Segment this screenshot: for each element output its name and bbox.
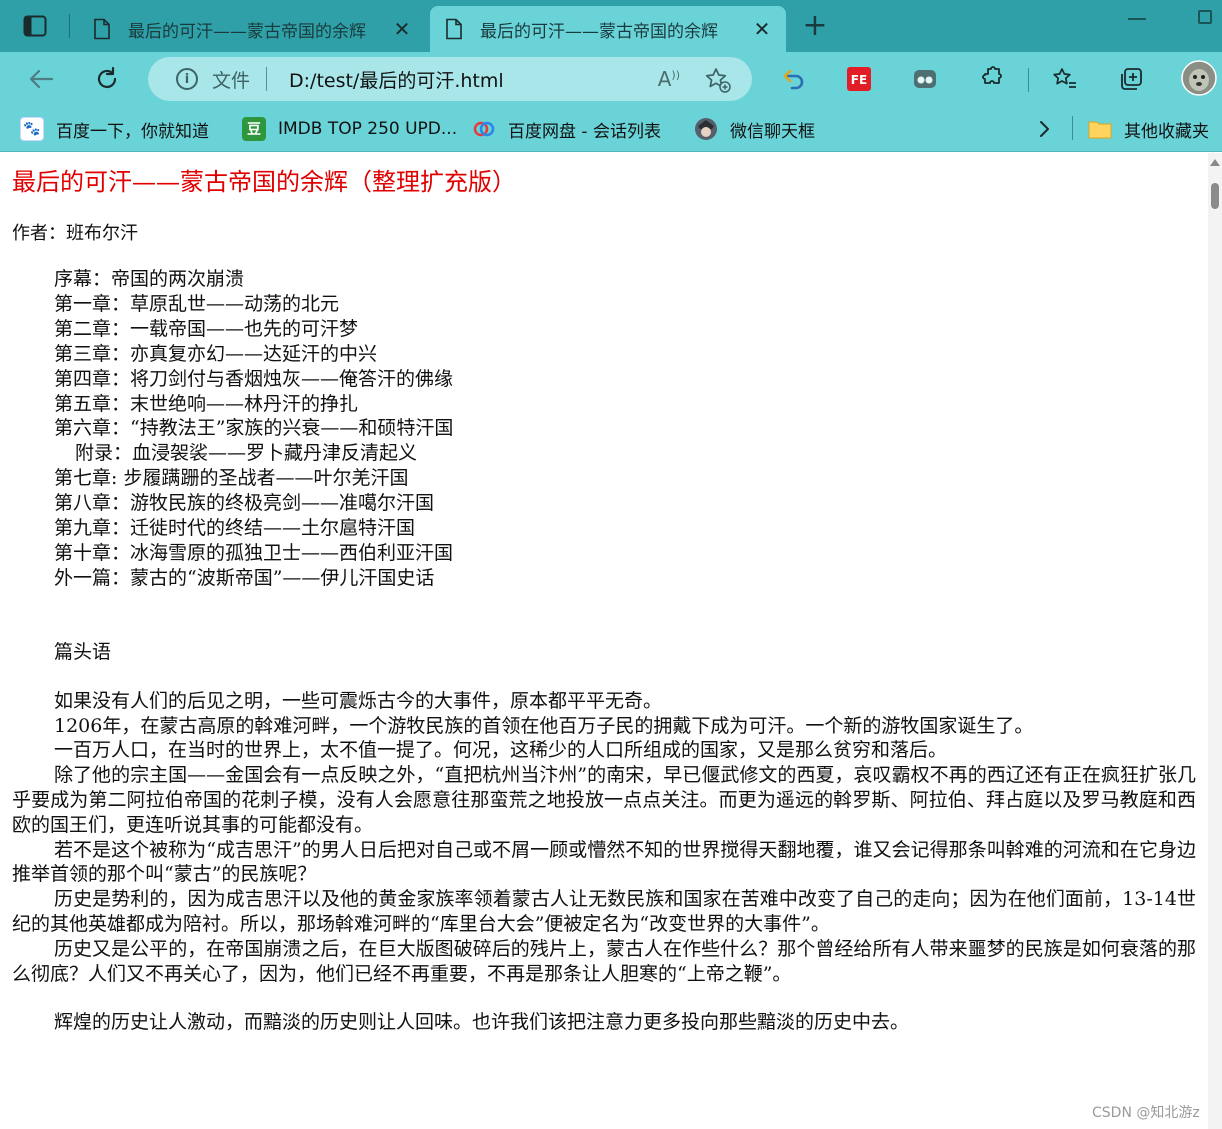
watermark: CSDN @知北游z xyxy=(1092,1105,1200,1121)
table-of-contents: 序幕：帝国的两次崩溃 第一章：草原乱世——动荡的北元 第二章：一载帝国——也先的… xyxy=(12,267,1196,591)
tab-active[interactable]: 最后的可汗——蒙古帝国的余辉 ✕ xyxy=(430,6,786,52)
toolbar-separator xyxy=(1028,68,1029,92)
puzzle-icon xyxy=(982,66,1002,84)
toc-item: 第五章：末世绝响——林丹汗的挣扎 xyxy=(54,392,359,415)
douban-icon: 豆 xyxy=(242,117,266,141)
toc-item: 第一章：草原乱世——动荡的北元 xyxy=(54,292,340,315)
svg-text:FE: FE xyxy=(851,73,867,87)
minimize-icon[interactable] xyxy=(1128,18,1146,20)
favorite-item-wechat[interactable]: 微信聊天框 xyxy=(694,116,815,142)
toc-item: 第二章：一载帝国——也先的可汗梦 xyxy=(54,317,359,340)
profile-avatar[interactable] xyxy=(1180,59,1218,97)
toc-item-appendix: 附录：血浸袈裟——罗卜藏丹津反清起义 xyxy=(75,442,418,465)
tab-title: 最后的可汗——蒙古帝国的余辉 xyxy=(480,21,718,42)
new-tab-button[interactable]: + xyxy=(800,11,830,42)
document-icon xyxy=(446,18,462,40)
back-button[interactable] xyxy=(24,62,58,96)
toc-item: 序幕：帝国的两次崩溃 xyxy=(54,268,245,290)
favorite-item-netdisk[interactable]: 百度网盘 - 会话列表 xyxy=(472,116,661,142)
paragraph: 1206年，在蒙古高原的斡难河畔，一个游牧民族的首领在他百万子民的拥戴下成为可汗… xyxy=(54,714,1034,737)
back-arrow-icon xyxy=(29,69,54,89)
toc-item: 第四章：将刀剑付与香烟烛灰——俺答汗的佛缘 xyxy=(54,367,454,390)
document-title: 最后的可汗——蒙古帝国的余辉（整理扩充版） xyxy=(12,168,516,196)
vertical-scrollbar[interactable] xyxy=(1208,153,1222,1129)
paragraph: 历史是势利的，因为成吉思汗以及他的黄金家族率领着蒙古人让无数民族和国家在苦难中改… xyxy=(12,888,1196,935)
collections-icon xyxy=(1121,68,1142,90)
favorites-overflow-button[interactable] xyxy=(1038,116,1052,142)
paragraph: 历史又是公平的，在帝国崩溃之后，在巨大版图破碎后的残片上，蒙古人在作些什么？那个… xyxy=(12,937,1196,985)
other-favorites-label: 其他收藏夹 xyxy=(1124,121,1209,142)
url-text[interactable]: D:/test/最后的可汗.html xyxy=(289,66,504,93)
favorite-item-baidu[interactable]: 🐾 百度一下，你就知道 xyxy=(20,116,209,142)
address-bar[interactable]: i 文件 D:/test/最后的可汗.html A)) xyxy=(148,57,752,101)
paragraph: 辉煌的历史让人激动，而黯淡的历史则让人回味。也许我们该把注意力更多投向那些黯淡的… xyxy=(54,1011,910,1034)
preface-body: 如果没有人们的后见之明，一些可震烁古今的大事件，原本都平平无奇。 1206年，在… xyxy=(12,689,1196,1035)
undo-arrow-icon xyxy=(783,69,804,90)
tab-title: 最后的可汗——蒙古帝国的余辉 xyxy=(128,21,366,42)
scheme-label: 文件 xyxy=(212,69,251,92)
scroll-thumb[interactable] xyxy=(1211,183,1219,209)
page-content: 最后的可汗——蒙古帝国的余辉（整理扩充版） 作者：班布尔汗 序幕：帝国的两次崩溃… xyxy=(0,153,1208,1129)
favorite-label: 百度网盘 - 会话列表 xyxy=(508,121,661,142)
read-aloud-icon[interactable]: A)) xyxy=(658,67,680,91)
extensions-button[interactable] xyxy=(974,62,1008,96)
close-icon[interactable]: ✕ xyxy=(752,17,772,41)
favorite-label: IMDB TOP 250 UPD... xyxy=(278,119,458,139)
fe-extension-button[interactable]: FE xyxy=(842,62,876,96)
toc-item: 第九章：迁徙时代的终结——土尔扈特汗国 xyxy=(54,517,416,540)
toc-item: 外一篇：蒙古的“波斯帝国”——伊儿汗国史话 xyxy=(54,566,435,589)
paragraph: 如果没有人们的后见之明，一些可震烁古今的大事件，原本都平平无奇。 xyxy=(54,689,663,712)
document-icon xyxy=(94,18,110,40)
favorite-label: 微信聊天框 xyxy=(730,121,815,142)
tab-inactive[interactable]: 最后的可汗——蒙古帝国的余辉 ✕ xyxy=(78,6,426,52)
other-favorites-folder[interactable]: 其他收藏夹 xyxy=(1088,116,1209,142)
favorites-bar: 🐾 百度一下，你就知道 豆 IMDB TOP 250 UPD... 百度网盘 -… xyxy=(0,104,1222,152)
paragraph: 若不是这个被称为“成吉思汗”的男人日后把对自己或不屑一顾或懵然不知的世界搅得天翻… xyxy=(12,838,1196,886)
copilot-extension-button[interactable] xyxy=(908,62,942,96)
toc-item: 第七章: 步履蹒跚的圣战者——叶尔羌汗国 xyxy=(54,467,409,490)
avatar-icon xyxy=(1181,60,1217,96)
favorite-label: 百度一下，你就知道 xyxy=(56,121,209,142)
add-favorite-icon[interactable] xyxy=(704,66,732,94)
refresh-icon xyxy=(97,66,117,88)
favorites-button[interactable] xyxy=(1048,62,1082,96)
toc-item: 第三章：亦真复亦幻——达延汗的中兴 xyxy=(54,342,378,365)
tab-strip: 最后的可汗——蒙古帝国的余辉 ✕ 最后的可汗——蒙古帝国的余辉 ✕ + xyxy=(0,0,1222,52)
info-icon[interactable]: i xyxy=(176,68,198,90)
toc-item: 第六章：“持教法王”家族的兴衰——和硕特汗国 xyxy=(54,417,454,440)
collections-button[interactable] xyxy=(1114,62,1148,96)
workspaces-icon[interactable] xyxy=(22,14,48,38)
scroll-up-arrow-icon[interactable] xyxy=(1210,159,1220,166)
baidu-netdisk-icon xyxy=(472,117,496,141)
fe-helper-icon: FE xyxy=(847,67,871,91)
toc-item: 第八章：游牧民族的终极亮剑——准噶尔汗国 xyxy=(54,492,435,515)
refresh-button[interactable] xyxy=(90,62,124,96)
paragraph: 除了他的宗主国——金国会有一点反映之外，“直把杭州当汴州”的南宋，早已偃武修文的… xyxy=(12,764,1196,836)
extension-button[interactable] xyxy=(776,62,810,96)
favorite-item-imdb[interactable]: 豆 IMDB TOP 250 UPD... xyxy=(242,116,457,142)
toolbar: i 文件 D:/test/最后的可汗.html A)) FE xyxy=(0,52,1222,104)
favorites-star-list-icon xyxy=(1053,68,1076,88)
maximize-icon[interactable] xyxy=(1198,10,1212,24)
address-separator xyxy=(266,67,268,91)
avatar-icon xyxy=(694,117,718,141)
tab-divider xyxy=(69,14,70,38)
robot-face-icon xyxy=(914,70,936,88)
chevron-right-icon xyxy=(1040,121,1049,137)
folder-icon xyxy=(1088,117,1112,141)
document-author: 作者：班布尔汗 xyxy=(12,223,138,244)
paragraph: 一百万人口，在当时的世界上，太不值一提了。何况，这稀少的人口所组成的国家，又是那… xyxy=(54,739,948,762)
baidu-paw-icon: 🐾 xyxy=(20,117,44,141)
close-icon[interactable]: ✕ xyxy=(392,17,412,41)
toc-item: 第十章：冰海雪原的孤独卫士——西伯利亚汗国 xyxy=(54,541,454,564)
section-heading: 篇头语 xyxy=(54,640,112,663)
favorites-separator xyxy=(1072,116,1073,140)
